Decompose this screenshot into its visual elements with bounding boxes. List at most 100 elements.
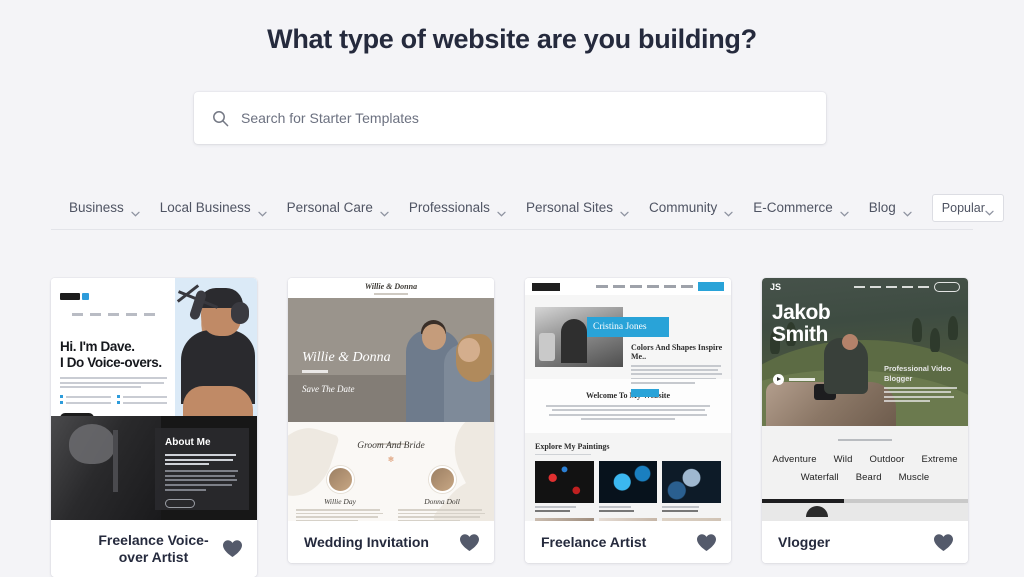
preview-nav: JS: [762, 278, 968, 296]
filter-business[interactable]: Business: [69, 200, 140, 217]
page-title: What type of website are you building?: [267, 24, 757, 54]
search-bar[interactable]: [194, 92, 826, 144]
chevron-down-icon: [257, 205, 267, 217]
preview-about-section: About Me: [51, 416, 257, 520]
preview-cta-button: [698, 282, 724, 291]
preview-name-line2: Smith: [772, 323, 828, 346]
preview-names: Willie & Donna: [302, 350, 391, 365]
preview-heading: Hi. I'm Dave. I Do Voice-overs.: [60, 339, 167, 370]
preview-gallery-image: [662, 461, 722, 504]
heart-icon[interactable]: [222, 539, 243, 558]
preview-banner-name: Cristina Jones: [587, 317, 669, 337]
preview-couple-section: Groom And Bride ❄ Willie Day ●●●: [288, 422, 494, 521]
search-input[interactable]: [241, 110, 808, 126]
preview-logo-icon: [60, 293, 80, 300]
preview-nav: [72, 313, 155, 316]
template-card-footer: Freelance Voice-over Artist: [51, 520, 257, 577]
filter-label: Professionals: [408, 200, 490, 215]
template-preview-thumbnail[interactable]: JS Jakob Smith Professional Video Blogge…: [762, 278, 968, 521]
filter-professionals[interactable]: Professionals: [408, 200, 506, 217]
preview-gallery-heading: Explore My Paintings: [535, 441, 610, 451]
chevron-down-icon: [903, 205, 912, 217]
filter-e-commerce[interactable]: E-Commerce: [753, 200, 849, 217]
template-card-grid: Hi. I'm Dave. I Do Voice-overs. About Me…: [51, 278, 973, 577]
preview-heading-line1: Hi. I'm Dave.: [60, 339, 135, 354]
preview-tag: Adventure: [772, 454, 817, 465]
chevron-down-icon: [380, 205, 389, 217]
preview-paragraph: [60, 377, 167, 388]
preview-brand: Willie & Donna: [364, 281, 418, 291]
preview-bullets: [60, 395, 167, 404]
preview-hero-image: Willie & Donna Save The Date: [288, 298, 494, 422]
filter-personal-sites[interactable]: Personal Sites: [526, 200, 629, 217]
filter-label: Blog: [868, 200, 896, 215]
preview-role: Professional Video Blogger: [884, 364, 952, 383]
template-title: Freelance Voice-over Artist: [98, 531, 209, 565]
preview-avatar: [326, 466, 354, 493]
preview-name-line1: Jakob: [772, 301, 831, 324]
template-card[interactable]: Willie & Donna Willie & Donna Save The D…: [288, 278, 494, 563]
preview-nav: [525, 278, 731, 295]
preview-gallery-section: Explore My Paintings: [525, 432, 731, 521]
preview-brand-bar: Willie & Donna: [288, 278, 494, 298]
filter-label: Community: [648, 200, 718, 215]
preview-save-the-date: Save The Date: [302, 384, 355, 394]
filter-blog[interactable]: Blog: [868, 200, 912, 217]
heart-icon[interactable]: [933, 533, 954, 552]
template-card[interactable]: JS Jakob Smith Professional Video Blogge…: [762, 278, 968, 563]
template-card[interactable]: Cristina Jones Colors And Shapes Inspire…: [525, 278, 731, 563]
sort-selected-value: Popular: [941, 200, 985, 215]
preview-tag: Waterfall: [800, 472, 839, 483]
preview-section-heading: Groom And Bride: [357, 441, 425, 451]
preview-logo-icon: [532, 282, 560, 291]
preview-tag: Outdoor: [869, 454, 905, 465]
preview-person-name: Donna Doll: [424, 497, 460, 506]
heart-icon[interactable]: [696, 533, 717, 552]
preview-tag: Extreme: [921, 454, 958, 465]
template-card-footer: Vlogger: [762, 521, 968, 563]
starter-templates-page: What type of website are you building? B…: [0, 0, 1024, 577]
chevron-down-icon: [724, 205, 733, 217]
preview-gallery-image: [598, 461, 658, 504]
chevron-down-icon: [620, 205, 629, 217]
preview-headline: Colors And Shapes Inspire Me..: [631, 343, 723, 361]
preview-hero-image: [175, 278, 257, 416]
search-icon: [212, 110, 229, 127]
template-card-footer: Freelance Artist: [525, 521, 731, 563]
preview-logo-accent-icon: [82, 293, 89, 300]
preview-hero-image: JS Jakob Smith Professional Video Blogge…: [762, 278, 968, 426]
sort-dropdown[interactable]: Popular: [931, 193, 1004, 222]
chevron-down-icon: [985, 205, 994, 216]
template-card[interactable]: Hi. I'm Dave. I Do Voice-overs. About Me…: [51, 278, 257, 577]
template-preview-thumbnail[interactable]: Hi. I'm Dave. I Do Voice-overs. About Me: [51, 278, 257, 520]
preview-tag: Muscle: [898, 472, 930, 483]
template-card-footer: Wedding Invitation: [288, 521, 494, 563]
template-title: Freelance Artist: [541, 533, 647, 550]
chevron-down-icon: [497, 205, 506, 217]
preview-person-name: Willie Day: [324, 497, 356, 506]
preview-tag: Beard: [855, 472, 882, 483]
preview-tag: Wild: [833, 454, 853, 465]
chevron-down-icon: [840, 205, 849, 217]
filter-personal-care[interactable]: Personal Care: [286, 200, 389, 217]
chevron-down-icon: [131, 205, 140, 217]
filter-community[interactable]: Community: [648, 200, 733, 217]
template-title: Wedding Invitation: [304, 533, 429, 550]
category-filter-bar: Business Local Business Personal Care Pr…: [51, 186, 1004, 230]
preview-play-control: [773, 374, 815, 385]
preview-tags-section: Adventure Wild Outdoor Extreme Waterfall…: [762, 426, 968, 499]
template-preview-thumbnail[interactable]: Willie & Donna Willie & Donna Save The D…: [288, 278, 494, 521]
preview-avatar: [428, 466, 456, 493]
heart-icon[interactable]: [459, 533, 480, 552]
filter-label: Business: [69, 200, 124, 215]
preview-hero-image: Cristina Jones Colors And Shapes Inspire…: [525, 295, 731, 397]
filter-label: E-Commerce: [753, 200, 833, 215]
filter-label: Local Business: [159, 200, 251, 215]
preview-name: Jakob Smith: [772, 301, 831, 346]
filter-local-business[interactable]: Local Business: [159, 200, 267, 217]
template-preview-thumbnail[interactable]: Cristina Jones Colors And Shapes Inspire…: [525, 278, 731, 521]
preview-section-heading: About Me: [165, 437, 211, 448]
template-title: Vlogger: [778, 533, 831, 550]
preview-logo-icon: JS: [770, 282, 782, 292]
filter-label: Personal Care: [286, 200, 373, 215]
